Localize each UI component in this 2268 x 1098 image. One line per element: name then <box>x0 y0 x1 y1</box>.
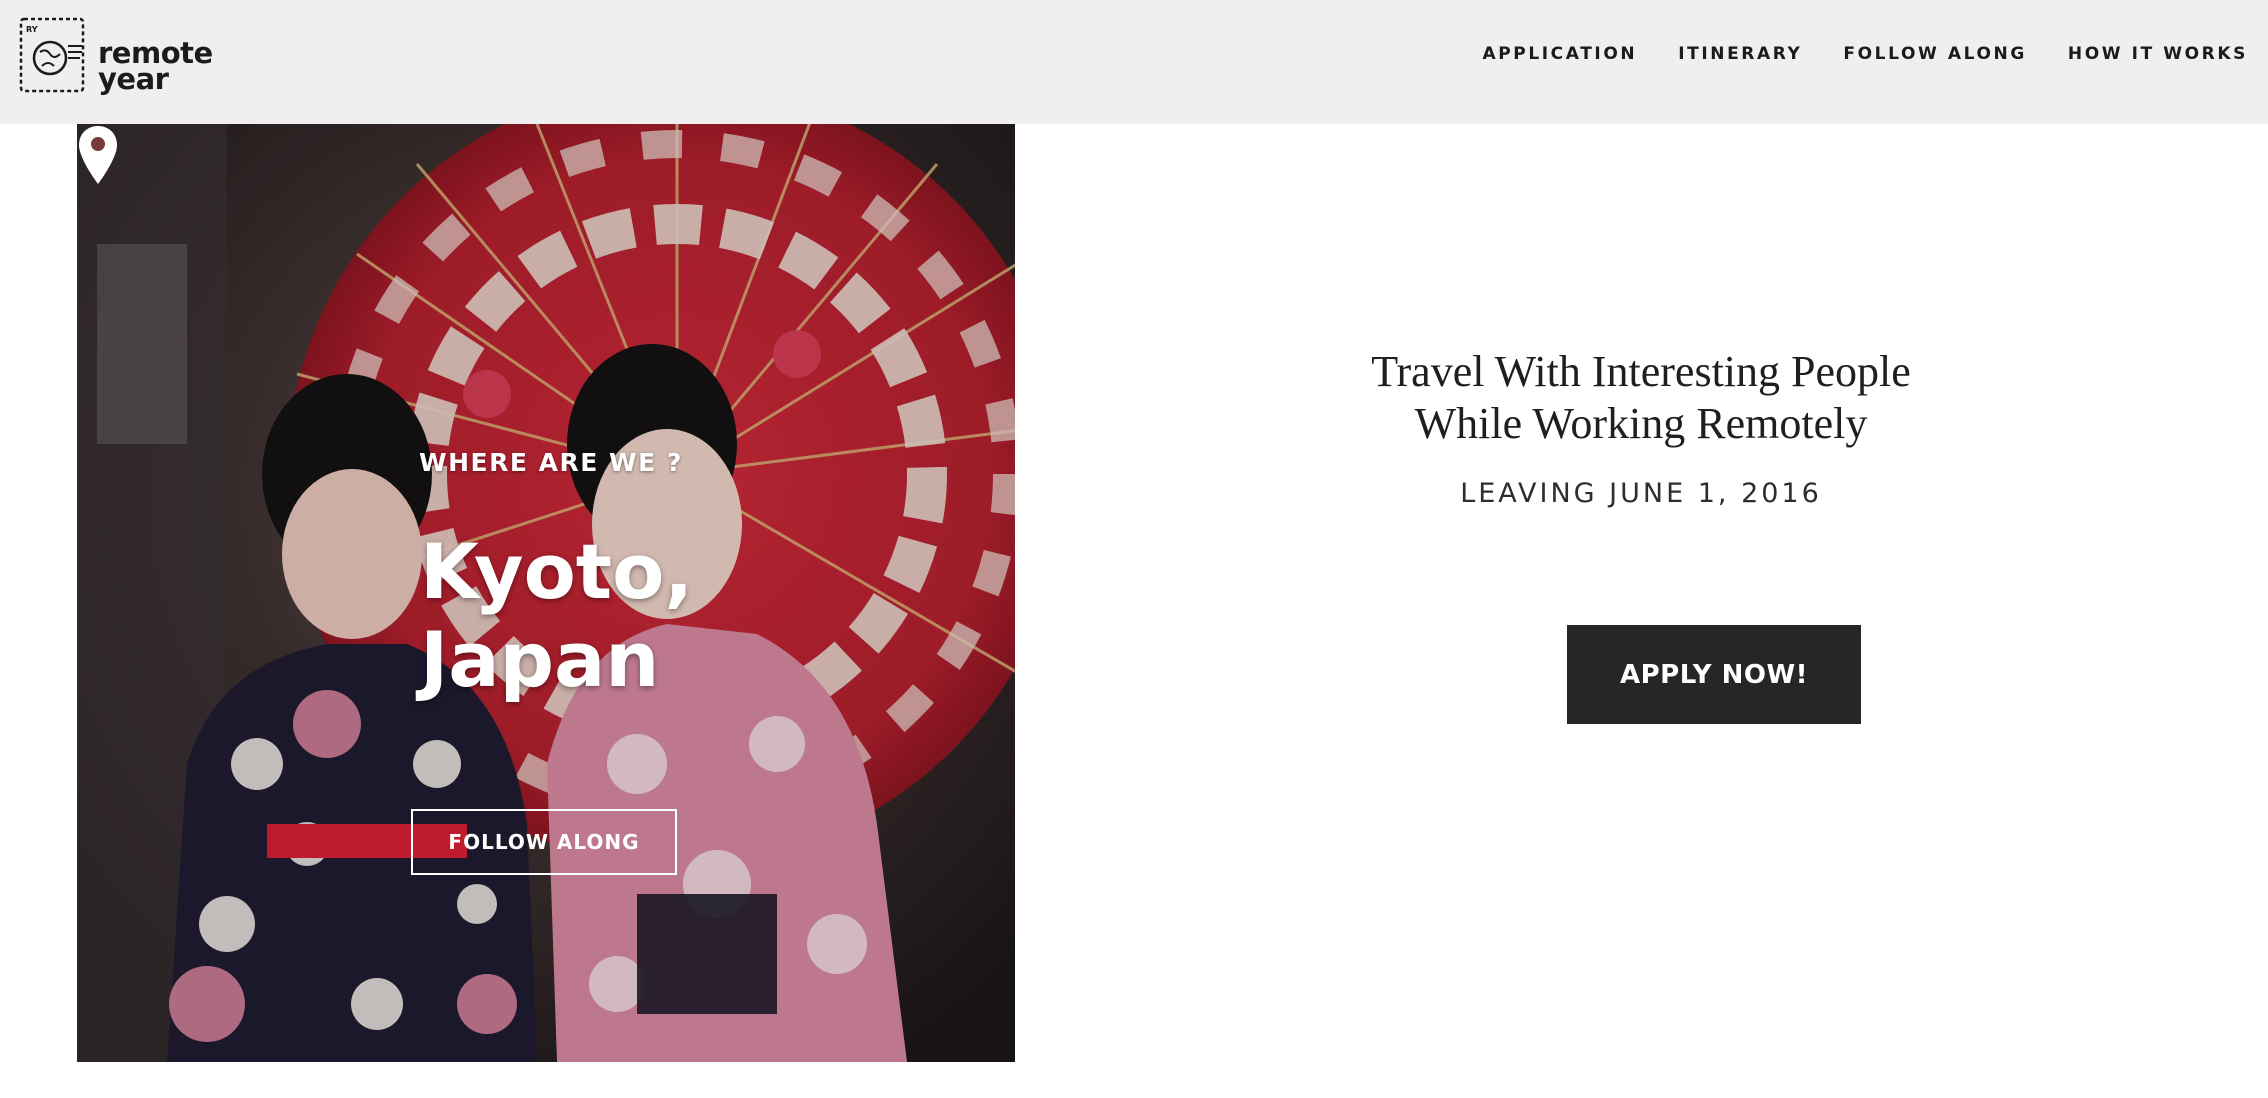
nav-item-follow-along[interactable]: FOLLOW ALONG <box>1843 44 2026 64</box>
nav-item-itinerary[interactable]: ITINERARY <box>1678 44 1802 64</box>
promo-headline-line2: While Working Remotely <box>1414 399 1868 448</box>
promo-headline: Travel With Interesting People While Wor… <box>941 346 2268 450</box>
top-bar: RY remote year APPLICATION ITINERARY FOL… <box>0 0 2268 124</box>
location-pin-icon <box>79 126 117 184</box>
stamp-text: RY <box>26 25 38 34</box>
brand-name: remote year <box>98 39 213 94</box>
promo-headline-line1: Travel With Interesting People <box>1371 347 1911 396</box>
follow-along-button[interactable]: FOLLOW ALONG <box>411 809 677 875</box>
stamp-globe-icon: RY <box>19 17 85 93</box>
location-country: Japan <box>420 615 660 704</box>
nav-item-application[interactable]: APPLICATION <box>1482 44 1637 64</box>
location-title: Kyoto, Japan <box>420 528 760 704</box>
hero-overlay: WHERE ARE WE ? Kyoto, Japan FOLLOW ALONG <box>77 124 1015 1062</box>
location-city: Kyoto, <box>420 527 694 616</box>
nav-item-how-it-works[interactable]: HOW IT WORKS <box>2068 44 2248 64</box>
remote-year-logo[interactable]: RY remote year <box>18 16 228 100</box>
main-nav: APPLICATION ITINERARY FOLLOW ALONG HOW I… <box>1482 44 2248 64</box>
where-are-we-label: WHERE ARE WE ? <box>419 448 683 477</box>
apply-now-button[interactable]: APPLY NOW! <box>1567 625 1861 724</box>
promo-panel: Travel With Interesting People While Wor… <box>1015 124 2268 1062</box>
departure-date: LEAVING JUNE 1, 2016 <box>1460 478 1822 509</box>
hero-photo-card: WHERE ARE WE ? Kyoto, Japan FOLLOW ALONG <box>77 124 1015 1062</box>
